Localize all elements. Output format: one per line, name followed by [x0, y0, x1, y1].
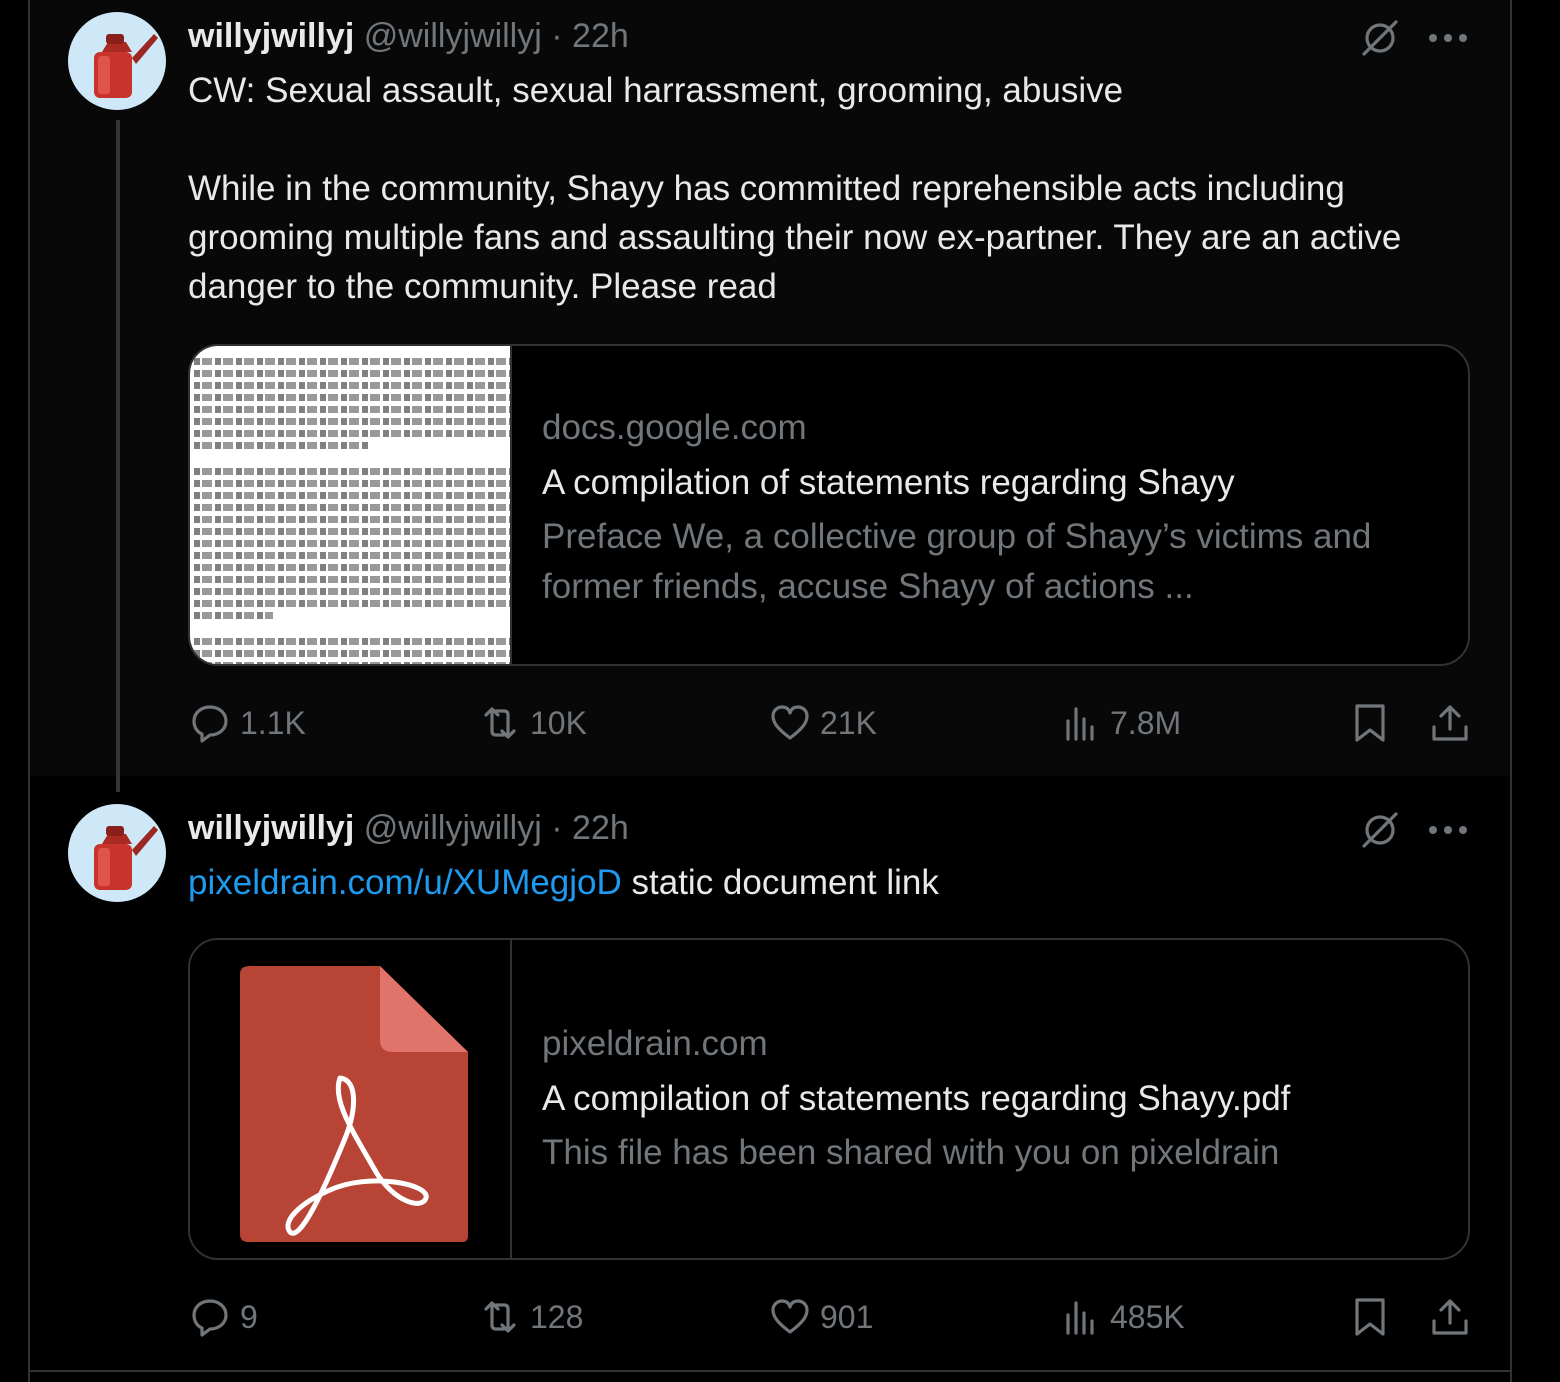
- separator: ·: [551, 17, 563, 55]
- reply-count: 9: [240, 1298, 258, 1335]
- avatar[interactable]: [68, 12, 166, 110]
- repost-count: 128: [530, 1298, 584, 1335]
- views-button[interactable]: 7.8M: [1058, 698, 1181, 748]
- bookmark-icon: [1355, 1298, 1385, 1336]
- user-handle[interactable]: @willyjwillyj: [364, 809, 542, 847]
- separator: ·: [551, 809, 563, 847]
- like-icon: [771, 705, 809, 740]
- tweet-text: CW: Sexual assault, sexual harrassment, …: [188, 71, 1402, 306]
- timeline-border-bottom: [28, 1370, 1512, 1372]
- views-icon: [1066, 1301, 1094, 1335]
- document-preview-icon: [190, 346, 512, 664]
- card-title: A compilation of statements regarding Sh…: [542, 463, 1235, 502]
- like-button[interactable]: 21K: [768, 698, 877, 748]
- link-card[interactable]: docs.google.com A compilation of stateme…: [188, 344, 1470, 666]
- like-count: 21K: [820, 704, 877, 741]
- reply-button[interactable]: 9: [188, 1292, 258, 1342]
- repost-icon: [484, 707, 516, 739]
- more-icon[interactable]: [1428, 33, 1468, 43]
- share-icon: [1432, 705, 1468, 741]
- tweet-text: pixeldrain.com/u/XUMegjoD static documen…: [188, 858, 1478, 907]
- card-domain: pixeldrain.com: [542, 1024, 768, 1063]
- share-button[interactable]: [1428, 698, 1472, 748]
- timestamp[interactable]: 22h: [572, 17, 629, 55]
- tweet-header: willyjwillyj @willyjwillyj · 22h: [188, 808, 629, 848]
- reply-button[interactable]: 1.1K: [188, 698, 306, 748]
- like-icon: [771, 1299, 809, 1334]
- avatar[interactable]: [68, 804, 166, 902]
- pdf-file-icon: [190, 940, 512, 1258]
- tweet[interactable]: willyjwillyj @willyjwillyj · 22h pixeldr…: [30, 776, 1510, 1370]
- view-count: 485K: [1110, 1298, 1185, 1335]
- reply-count: 1.1K: [240, 704, 306, 741]
- like-count: 901: [820, 1298, 874, 1335]
- tweet-text-after-link: static document link: [621, 863, 939, 902]
- pixeldrain-link[interactable]: pixeldrain.com/u/XUMegjoD: [188, 863, 622, 902]
- thread-connector-line: [116, 120, 120, 792]
- grok-icon[interactable]: [1358, 808, 1402, 852]
- tweet[interactable]: willyjwillyj @willyjwillyj · 22h CW: Sex…: [30, 0, 1510, 776]
- like-button[interactable]: 901: [768, 1292, 873, 1342]
- card-domain: docs.google.com: [542, 408, 807, 447]
- card-description: This file has been shared with you on pi…: [542, 1133, 1280, 1172]
- bookmark-button[interactable]: [1348, 1292, 1392, 1342]
- user-handle[interactable]: @willyjwillyj: [364, 17, 542, 55]
- reply-icon: [192, 705, 228, 743]
- share-button[interactable]: [1428, 1292, 1472, 1342]
- gas-can-avatar-icon: [94, 826, 158, 890]
- tweet-actions: 1.1K 10K 21K 7.8M: [188, 698, 1480, 748]
- views-icon: [1066, 707, 1094, 741]
- link-card[interactable]: pixeldrain.com A compilation of statemen…: [188, 938, 1470, 1260]
- view-count: 7.8M: [1110, 704, 1182, 741]
- bookmark-icon: [1355, 704, 1385, 742]
- share-icon: [1432, 1299, 1468, 1335]
- reply-icon: [192, 1299, 228, 1337]
- more-icon[interactable]: [1428, 825, 1468, 835]
- display-name[interactable]: willyjwillyj: [188, 809, 354, 847]
- tweet-actions: 9 128 901 485K: [188, 1292, 1480, 1342]
- repost-button[interactable]: 128: [478, 1292, 583, 1342]
- tweet-header: willyjwillyj @willyjwillyj · 22h: [188, 16, 629, 56]
- repost-count: 10K: [530, 704, 587, 741]
- display-name[interactable]: willyjwillyj: [188, 17, 354, 55]
- views-button[interactable]: 485K: [1058, 1292, 1185, 1342]
- repost-button[interactable]: 10K: [478, 698, 587, 748]
- card-description: Preface We, a collective group of Shayy’…: [542, 517, 1372, 606]
- bookmark-button[interactable]: [1348, 698, 1392, 748]
- grok-icon[interactable]: [1358, 16, 1402, 60]
- timestamp[interactable]: 22h: [572, 809, 629, 847]
- card-title: A compilation of statements regarding Sh…: [542, 1079, 1291, 1118]
- timeline-border-right: [1510, 0, 1512, 1382]
- repost-icon: [484, 1301, 516, 1333]
- gas-can-avatar-icon: [94, 34, 158, 98]
